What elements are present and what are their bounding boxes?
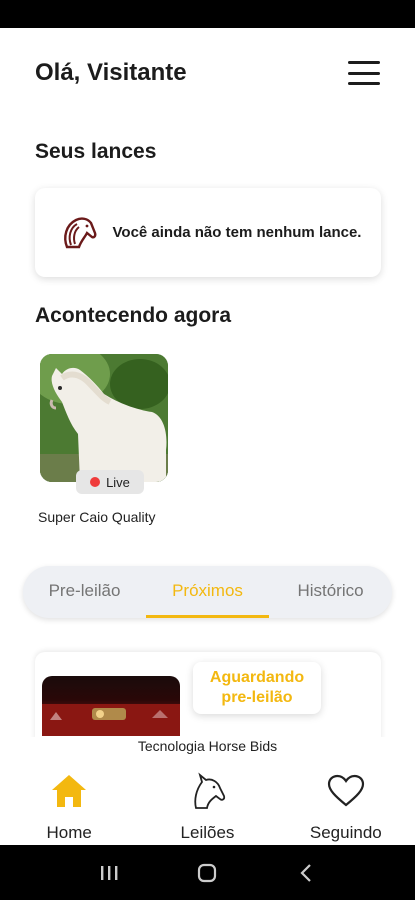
heart-icon [327, 774, 364, 807]
home-icon [52, 775, 87, 807]
system-nav-bar [0, 845, 415, 900]
auction-tabs: Pre-leilão Próximos Histórico [23, 566, 392, 618]
horse-icon [194, 772, 226, 809]
bids-empty-card: Você ainda não tem nenhum lance. [35, 188, 381, 277]
live-badge-label: Live [106, 474, 130, 490]
horse-logo-icon [64, 216, 97, 248]
tab-historico[interactable]: Histórico [269, 566, 392, 618]
auction-status-badge: Aguardando pre-leilão [193, 662, 321, 714]
bids-empty-message: Você ainda não tem nenhum lance. [112, 224, 362, 241]
live-auction-item[interactable] [40, 354, 168, 482]
footer-credit: Tecnologia Horse Bids [0, 737, 415, 761]
nav-seguindo-label: Seguindo [309, 823, 382, 842]
section-title-now: Acontecendo agora [35, 304, 232, 327]
auction-card[interactable]: Aguardando pre-leilão [35, 652, 381, 742]
nav-home-label: Home [46, 823, 92, 842]
live-auction-image[interactable] [40, 354, 168, 482]
app-header: Olá, Visitante [35, 56, 380, 90]
nav-seguindo[interactable]: Seguindo [277, 763, 415, 845]
live-badge: Live [76, 470, 144, 494]
status-bar [0, 0, 415, 28]
nav-leiloes[interactable]: Leilões [138, 763, 276, 845]
tab-proximos[interactable]: Próximos [146, 566, 269, 618]
live-dot-icon [90, 477, 101, 487]
menu-icon[interactable] [348, 61, 380, 85]
nav-home[interactable]: Home [0, 763, 138, 845]
nav-leiloes-label: Leilões [180, 823, 235, 842]
tab-pre-leilao[interactable]: Pre-leilão [23, 566, 146, 618]
horse-photo-image [40, 354, 168, 482]
live-auction-name[interactable]: Super Caio Quality [38, 509, 156, 525]
home-circle-icon[interactable] [187, 853, 227, 893]
greeting-title: Olá, Visitante [35, 59, 187, 86]
auction-banner-image [42, 676, 180, 736]
section-title-bids: Seus lances [35, 140, 157, 163]
recent-apps-icon[interactable] [89, 853, 129, 893]
back-icon[interactable] [286, 853, 326, 893]
bottom-nav: Home Leilões Seguindo [0, 763, 415, 845]
